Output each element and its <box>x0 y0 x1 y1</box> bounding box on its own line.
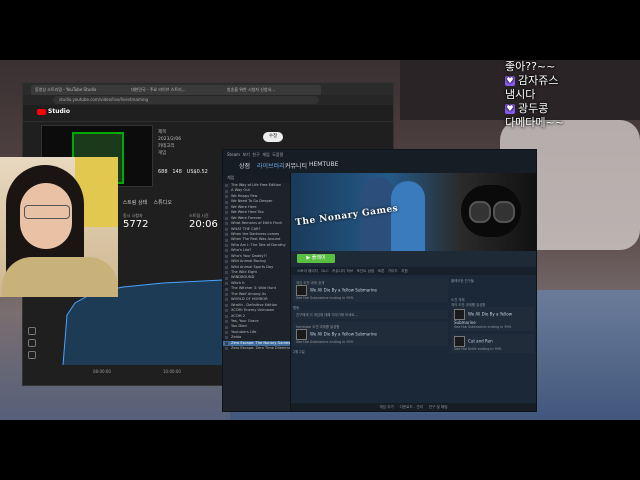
webcam-overlay <box>0 157 118 297</box>
achievement-desc: See the Submarine ending in 999. <box>454 325 512 329</box>
steam-bottom-bar: 게임 추가 다운로드 - 관리 친구 및 채팅 <box>291 403 536 411</box>
x-tick-label: 08:00:00 <box>93 369 111 374</box>
stream-date: 2023/2/06 <box>158 137 182 142</box>
achievement-item[interactable]: Cut and Run See the Knife ending in 999. <box>451 334 534 353</box>
browser-tab[interactable]: 대한민국 - 주요 라이브 스트리... <box>127 85 225 95</box>
steam-menu-bar: Steam 보기 친구 게임 도움말 <box>223 150 536 159</box>
library-item[interactable]: Zero Escape: Zero Time Dilemma <box>223 346 290 351</box>
chat-overlay: 좋아??~~ ♥ 감자쥬스 냄시다 ♥ 광두콩 다메다메~~ <box>505 60 640 140</box>
achievement-item[interactable]: We All Die By a Yellow Submarine See the… <box>451 307 534 331</box>
url-input[interactable]: studio.youtube.com/video/live/livestream… <box>53 96 319 104</box>
tab-support[interactable]: 지원 <box>401 269 408 273</box>
nav-store[interactable]: 상점 <box>239 161 250 170</box>
x-tick-label: 10:00:00 <box>163 369 181 374</box>
browser-tab-bar: 동영상 스트리밍 - YouTube Studio 대한민국 - 주요 라이브 … <box>23 83 393 95</box>
achievement-icon <box>454 309 465 320</box>
chat-message: 다메다메~~ <box>505 116 564 129</box>
category-value: 게임 <box>158 151 167 156</box>
streamer-shirt <box>2 257 118 297</box>
menu-friends[interactable]: 친구 <box>252 152 259 157</box>
achievement-icon <box>296 329 307 340</box>
nav-community[interactable]: 커뮤니티 <box>285 161 307 170</box>
youtube-play-icon <box>37 108 46 115</box>
achievement-name: We All Die By a Yellow Submarine <box>310 287 378 293</box>
studio-sidebar-icons <box>23 323 39 383</box>
tab-discussions[interactable]: 토론 <box>378 269 385 273</box>
menu-steam[interactable]: Steam <box>227 152 240 157</box>
browser-tab[interactable]: 동영상 스트리밍 - YouTube Studio <box>31 85 129 95</box>
member-badge-icon: ♥ <box>505 76 515 86</box>
title-label: 제목 <box>158 130 167 135</box>
mask-lens <box>493 201 515 223</box>
steam-window: Steam 보기 친구 게임 도움말 상점 라이브러리 커뮤니티 HEMTUBE… <box>222 149 537 412</box>
studio-logo[interactable]: Studio <box>37 108 70 115</box>
mask-lens <box>469 201 491 223</box>
game-tabs: 스토어 페이지 DLC 커뮤니티 허브 포인트 상점 토론 가이드 지원 <box>291 267 536 275</box>
menu-help[interactable]: 도움말 <box>272 152 283 157</box>
tab-guides[interactable]: 가이드 <box>388 269 398 273</box>
activity-input[interactable]: 친구에게 이 게임에 대해 이야기해 보세요... <box>293 310 448 319</box>
library-sidebar: 게임 The Way of Life Free Edition A Way Out… <box>223 173 291 411</box>
game-right-column: 플레이한 친구들 도전 과제 개의 도전 과제를 달성함 We All Die … <box>451 278 534 410</box>
chat-message: 좋아??~~ <box>505 60 556 73</box>
activity-achievement-desc: See the Submarine ending in 999. <box>296 340 354 344</box>
library-filter[interactable]: 게임 <box>223 173 290 183</box>
achievement-name: Cut and Run <box>468 338 493 344</box>
game-action-bar: ▶ 플레이 <box>291 251 536 266</box>
likes-value: 148 <box>172 169 182 175</box>
achievement-reveal-panel: 게임 도전 과제 공개 We All Die By a Yellow Subma… <box>293 278 448 302</box>
activity-entry: hemtube 도전 과제를 달성함 We All Die By a Yello… <box>293 322 448 346</box>
concurrent-viewers-value: 5772 <box>123 219 149 230</box>
friends-chat-button[interactable]: 친구 및 채팅 <box>429 405 448 409</box>
achievement-icon <box>296 285 307 296</box>
feedback-icon[interactable] <box>28 351 36 359</box>
achievement-desc: See the Knife ending in 999. <box>454 347 503 351</box>
game-main-column: 게임 도전 과제 공개 We All Die By a Yellow Subma… <box>293 278 448 410</box>
tab-stream-health[interactable]: 스트림 상태 <box>123 200 148 206</box>
gas-mask <box>461 185 521 237</box>
chat-message: ♥ 광두콩 <box>505 102 549 115</box>
game-hero-banner: The Nonary Games <box>291 173 536 251</box>
stream-time-value: 20:06 <box>189 219 218 230</box>
nav-profile[interactable]: HEMTUBE <box>309 161 338 168</box>
nav-library[interactable]: 라이브러리 <box>257 161 285 170</box>
viewers-value: 688 <box>158 169 168 175</box>
studio-header: Studio <box>23 105 393 122</box>
downloads-button[interactable]: 다운로드 - 관리 <box>400 405 423 409</box>
activity-achievement-name: We All Die By a Yellow Submarine <box>310 331 378 337</box>
library-list: The Way of Life Free Edition A Way Out We … <box>223 183 290 352</box>
chat-message: ♥ 감자쥬스 <box>505 74 559 87</box>
hero-character <box>391 181 425 251</box>
activity-date: 2월 2일 <box>293 350 305 354</box>
glasses <box>24 205 70 219</box>
tab-store-page[interactable]: 스토어 페이지 <box>297 269 318 273</box>
add-game-button[interactable]: 게임 추가 <box>379 405 393 409</box>
revenue-value: US$0.52 <box>186 169 208 175</box>
tab-dlc[interactable]: DLC <box>321 269 328 273</box>
browser-tab[interactable]: 방송을 위한 시청자 신청서... <box>223 85 321 95</box>
tab-studio[interactable]: 스튜디오 <box>154 200 172 206</box>
share-icon[interactable] <box>28 327 36 335</box>
tab-community-hub[interactable]: 커뮤니티 허브 <box>332 269 353 273</box>
menu-games[interactable]: 게임 <box>262 152 269 157</box>
achievement-icon <box>454 336 465 347</box>
menu-view[interactable]: 보기 <box>242 152 249 157</box>
address-bar-row: studio.youtube.com/video/live/livestream… <box>23 95 393 105</box>
achievement-desc: See the Submarine ending in 999. <box>296 296 354 300</box>
steam-nav: 상점 라이브러리 커뮤니티 HEMTUBE <box>223 159 536 173</box>
category-label: 카테고리 <box>158 144 175 149</box>
settings-icon[interactable] <box>28 339 36 347</box>
play-button[interactable]: ▶ 플레이 <box>297 254 335 263</box>
member-badge-icon: ♥ <box>505 104 515 114</box>
tab-points-shop[interactable]: 포인트 상점 <box>357 269 375 273</box>
chat-message: 냄시다 <box>505 88 536 101</box>
edit-button[interactable]: 수정 <box>263 132 283 142</box>
